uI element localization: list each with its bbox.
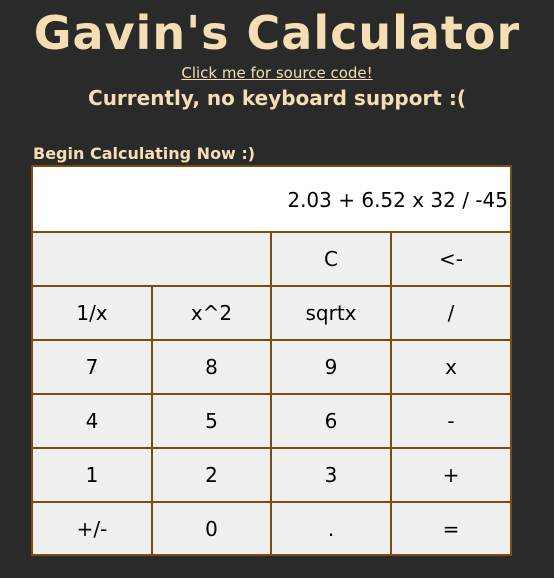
begin-prompt: Begin Calculating Now :)	[33, 144, 256, 163]
app-title: Gavin's Calculator	[33, 6, 521, 60]
backspace-button[interactable]: <-	[392, 233, 510, 285]
clear-button[interactable]: C	[272, 233, 390, 285]
subtract-button[interactable]: -	[392, 395, 510, 447]
divide-button[interactable]: /	[392, 287, 510, 339]
calculator: 2.03 + 6.52 x 32 / -45 C <- 1/x x^2 sqrt…	[31, 165, 512, 556]
source-code-link[interactable]: Click me for source code!	[0, 64, 554, 82]
decimal-button[interactable]: .	[272, 503, 390, 554]
equals-button[interactable]: =	[392, 503, 510, 554]
negate-button[interactable]: +/-	[33, 503, 151, 554]
digit-6-button[interactable]: 6	[272, 395, 390, 447]
digit-2-button[interactable]: 2	[153, 449, 270, 501]
digit-0-button[interactable]: 0	[153, 503, 270, 554]
digit-9-button[interactable]: 9	[272, 341, 390, 393]
digit-1-button[interactable]: 1	[33, 449, 151, 501]
keyboard-support-note: Currently, no keyboard support :(	[88, 86, 466, 110]
digit-8-button[interactable]: 8	[153, 341, 270, 393]
digit-7-button[interactable]: 7	[33, 341, 151, 393]
square-button[interactable]: x^2	[153, 287, 270, 339]
digit-5-button[interactable]: 5	[153, 395, 270, 447]
add-button[interactable]: +	[392, 449, 510, 501]
digit-3-button[interactable]: 3	[272, 449, 390, 501]
sqrt-button[interactable]: sqrtx	[272, 287, 390, 339]
blank-cell	[33, 233, 270, 285]
calculator-display: 2.03 + 6.52 x 32 / -45	[33, 167, 510, 231]
reciprocal-button[interactable]: 1/x	[33, 287, 151, 339]
multiply-button[interactable]: x	[392, 341, 510, 393]
digit-4-button[interactable]: 4	[33, 395, 151, 447]
